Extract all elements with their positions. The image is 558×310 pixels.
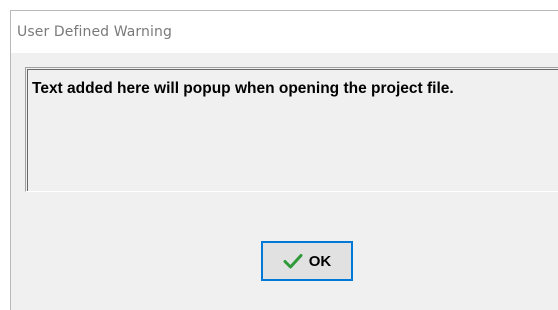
message-panel: Text added here will popup when opening … (25, 67, 558, 192)
ok-button[interactable]: OK (261, 241, 353, 281)
ok-button-label: OK (308, 252, 332, 270)
warning-message: Text added here will popup when opening … (32, 80, 454, 97)
message-panel-inner: Text added here will popup when opening … (27, 69, 558, 191)
ok-button-content: OK (283, 252, 332, 270)
user-defined-warning-dialog: User Defined Warning Text added here wil… (10, 10, 558, 310)
window-title: User Defined Warning (17, 24, 172, 40)
checkmark-icon (283, 253, 303, 269)
title-bar[interactable]: User Defined Warning (11, 11, 558, 53)
